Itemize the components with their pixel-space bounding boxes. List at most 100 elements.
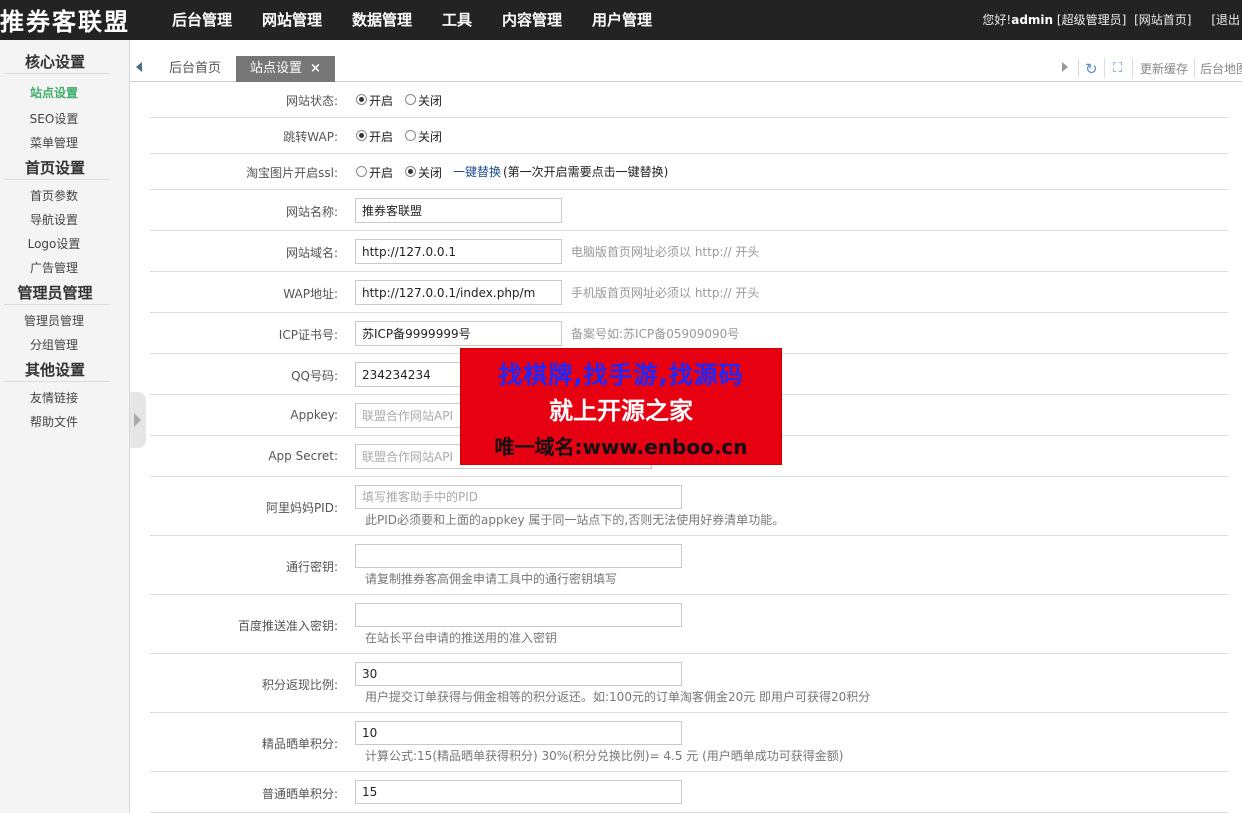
- radio-label: 关闭: [418, 130, 443, 144]
- form-row-wap-url: WAP地址: 手机版首页网址必须以 http:// 开头: [150, 272, 1228, 313]
- field-label: 淘宝图片开启ssl:: [246, 166, 338, 180]
- nav-tools[interactable]: 工具: [442, 9, 472, 30]
- field-label: 跳转WAP:: [283, 130, 338, 144]
- sidebar-item-logo[interactable]: Logo设置: [0, 235, 108, 252]
- username: admin: [1011, 13, 1054, 27]
- form-row-pass-key: 通行密钥: 请复制推券客高佣金申请工具中的通行密钥填写: [150, 536, 1228, 595]
- field-label: App Secret:: [268, 449, 338, 463]
- chevron-right-icon[interactable]: [1062, 62, 1070, 74]
- sidebar-group-home: 首页设置: [24, 159, 85, 177]
- sidebar-item-home-params[interactable]: 首页参数: [0, 187, 108, 204]
- radio-site-status-on[interactable]: [356, 94, 367, 105]
- field-label: 普通晒单积分:: [261, 787, 338, 801]
- sidebar-item-help[interactable]: 帮助文件: [0, 413, 108, 430]
- sidebar-item-admins[interactable]: 管理员管理: [0, 312, 108, 329]
- greeting: 您好!: [982, 13, 1012, 27]
- sidebar-item-friend-links[interactable]: 友情链接: [0, 389, 108, 406]
- field-label: WAP地址:: [283, 287, 338, 301]
- ad-banner[interactable]: 找棋牌,找手游,找源码 就上开源之家 唯一域名:www.enboo.cn: [460, 348, 782, 465]
- field-hint: 计算公式:15(精品晒单获得积分) 30%(积分兑换比例)= 4.5 元 (用户…: [365, 749, 844, 763]
- logout-link[interactable]: [退出: [1211, 13, 1240, 27]
- site-home-link[interactable]: [网站首页]: [1134, 13, 1191, 27]
- field-label: 百度推送准入密钥:: [237, 619, 338, 633]
- fullscreen-icon[interactable]: ⛶: [1113, 58, 1122, 80]
- sidebar-group-core: 核心设置: [24, 53, 85, 71]
- nav-backend[interactable]: 后台管理: [172, 9, 232, 30]
- divider: [1104, 58, 1105, 78]
- radio-jump-wap-on[interactable]: [356, 130, 367, 141]
- form-row-site-status: 网站状态: 开启 关闭: [150, 82, 1228, 118]
- close-icon[interactable]: ×: [310, 61, 321, 76]
- field-label: 通行密钥:: [285, 560, 338, 574]
- nav-content[interactable]: 内容管理: [502, 9, 562, 30]
- tab-home[interactable]: 后台首页: [155, 56, 235, 82]
- field-label: 阿里妈妈PID:: [265, 501, 338, 515]
- sidebar-group-other: 其他设置: [24, 361, 85, 379]
- nav-site[interactable]: 网站管理: [262, 9, 322, 30]
- premium-share-input[interactable]: [355, 721, 682, 745]
- one-click-replace-link[interactable]: 一键替换: [453, 163, 501, 180]
- nav-users[interactable]: 用户管理: [592, 9, 652, 30]
- update-cache-button[interactable]: 更新缓存: [1140, 58, 1188, 80]
- radio-jump-wap-off[interactable]: [405, 130, 416, 141]
- sidebar-collapse-handle[interactable]: [130, 392, 146, 448]
- divider: [4, 304, 110, 305]
- sidebar-item-menu[interactable]: 菜单管理: [0, 134, 108, 151]
- radio-label: 开启: [369, 166, 394, 180]
- field-label: QQ号码:: [291, 369, 338, 383]
- field-hint: 此PID必须要和上面的appkey 属于同一站点下的,否则无法使用好券清单功能。: [365, 513, 785, 527]
- replace-note: (第一次开启需要点击一键替换): [503, 165, 669, 179]
- sidebar: 核心设置 站点设置 SEO设置 菜单管理 首页设置 首页参数 导航设置 Logo…: [0, 40, 130, 813]
- field-hint: 在站长平台申请的推送用的准入密钥: [365, 631, 558, 645]
- radio-ssl-off[interactable]: [405, 166, 416, 177]
- radio-label: 开启: [369, 130, 394, 144]
- sidebar-item-nav[interactable]: 导航设置: [0, 211, 108, 228]
- user-bar: 您好!admin [超级管理员] [网站首页] [退出: [982, 11, 1240, 28]
- tab-site-settings[interactable]: 站点设置 ×: [236, 56, 335, 82]
- divider: [4, 73, 110, 74]
- field-hint: 请复制推券客高佣金申请工具中的通行密钥填写: [365, 572, 618, 586]
- wap-url-input[interactable]: [355, 280, 562, 305]
- form-row-site-domain: 网站域名: 电脑版首页网址必须以 http:// 开头: [150, 231, 1228, 272]
- form-row-taobao-ssl: 淘宝图片开启ssl: 开启 关闭 一键替换 (第一次开启需要点击一键替换): [150, 154, 1228, 190]
- sidebar-item-site-settings[interactable]: 站点设置: [0, 84, 108, 101]
- normal-share-input[interactable]: [355, 780, 682, 804]
- radio-label: 关闭: [418, 94, 443, 108]
- form-row-premium-share: 精品晒单积分: 计算公式:15(精品晒单获得积分) 30%(积分兑换比例)= 4…: [150, 713, 1228, 772]
- sidebar-item-ads[interactable]: 广告管理: [0, 259, 108, 276]
- baidu-key-input[interactable]: [355, 603, 682, 627]
- nav-data[interactable]: 数据管理: [352, 9, 412, 30]
- form-row-alimama-pid: 阿里妈妈PID: 此PID必须要和上面的appkey 属于同一站点下的,否则无法…: [150, 477, 1228, 536]
- ad-line-1: 找棋牌,找手游,找源码: [498, 361, 744, 389]
- divider: [1078, 58, 1079, 78]
- site-domain-input[interactable]: [355, 239, 562, 264]
- alimama-pid-input[interactable]: [355, 485, 682, 509]
- chevron-left-icon[interactable]: [136, 61, 144, 73]
- form-row-normal-share: 普通晒单积分:: [150, 772, 1228, 813]
- field-label: Appkey:: [290, 408, 338, 422]
- divider: [4, 179, 110, 180]
- field-label: 网站域名:: [285, 246, 338, 260]
- form-row-cashback-ratio: 积分返现比例: 用户提交订单获得与佣金相等的积分返还。如:100元的订单淘客佣金…: [150, 654, 1228, 713]
- refresh-icon[interactable]: ↻: [1085, 58, 1098, 80]
- pass-key-input[interactable]: [355, 544, 682, 568]
- site-name-input[interactable]: [355, 198, 562, 223]
- sidebar-item-seo[interactable]: SEO设置: [0, 110, 108, 127]
- sidebar-item-groups[interactable]: 分组管理: [0, 336, 108, 353]
- field-hint: 电脑版首页网址必须以 http:// 开头: [571, 245, 760, 259]
- radio-site-status-off[interactable]: [405, 94, 416, 105]
- field-label: 精品晒单积分:: [261, 737, 338, 751]
- cashback-ratio-input[interactable]: [355, 662, 682, 686]
- logo: 推券客联盟: [0, 7, 130, 36]
- ad-line-3: 唯一域名:www.enboo.cn: [494, 435, 748, 459]
- divider: [1194, 58, 1195, 78]
- icp-input[interactable]: [355, 321, 562, 346]
- field-hint: 手机版首页网址必须以 http:// 开头: [571, 286, 760, 300]
- radio-label: 关闭: [418, 166, 443, 180]
- divider: [1132, 58, 1133, 78]
- sitemap-button[interactable]: 后台地图: [1200, 58, 1242, 80]
- radio-ssl-on[interactable]: [356, 166, 367, 177]
- user-role: [超级管理员]: [1056, 13, 1127, 27]
- tab-label: 站点设置: [250, 61, 303, 76]
- form-row-site-name: 网站名称:: [150, 190, 1228, 231]
